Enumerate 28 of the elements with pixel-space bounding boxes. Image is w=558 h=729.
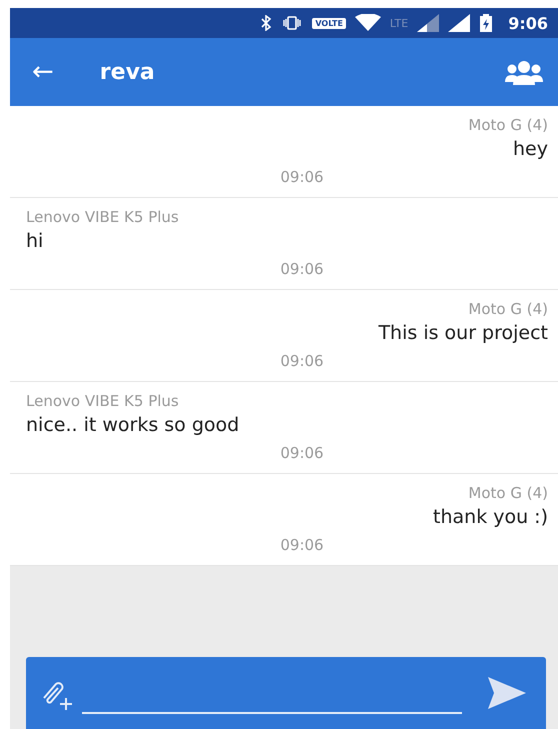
chat-title: reva — [100, 60, 156, 84]
sender-name: Moto G (4) — [468, 115, 548, 136]
network-type: LTE — [390, 16, 408, 30]
bluetooth-icon — [260, 15, 272, 31]
message-text: This is our project — [378, 321, 548, 346]
clock: 9:06 — [508, 14, 548, 32]
sender-name: Moto G (4) — [468, 483, 548, 504]
volte-badge: VOLTE — [312, 18, 346, 28]
group-icon[interactable] — [504, 58, 544, 86]
message-time: 09:06 — [280, 260, 324, 278]
send-icon[interactable] — [486, 675, 526, 711]
message-time: 09:06 — [280, 536, 324, 554]
battery-icon — [479, 14, 494, 32]
message-text: nice.. it works so good — [26, 413, 240, 438]
sender-name: Lenovo VIBE K5 Plus — [26, 207, 179, 228]
vibrate-icon — [281, 15, 304, 31]
sender-name: Moto G (4) — [468, 299, 548, 320]
signal-icon — [417, 14, 440, 32]
back-button[interactable]: ← — [32, 57, 54, 87]
sender-name: Lenovo VIBE K5 Plus — [26, 391, 179, 412]
message-text: hey — [513, 137, 548, 162]
signal-icon — [448, 14, 470, 32]
wifi-icon — [354, 14, 381, 32]
message-text: thank you :) — [433, 505, 548, 530]
message-time: 09:06 — [280, 352, 324, 370]
message-text: hi — [26, 229, 44, 254]
message-time: 09:06 — [280, 444, 324, 462]
message-time: 09:06 — [280, 168, 324, 186]
